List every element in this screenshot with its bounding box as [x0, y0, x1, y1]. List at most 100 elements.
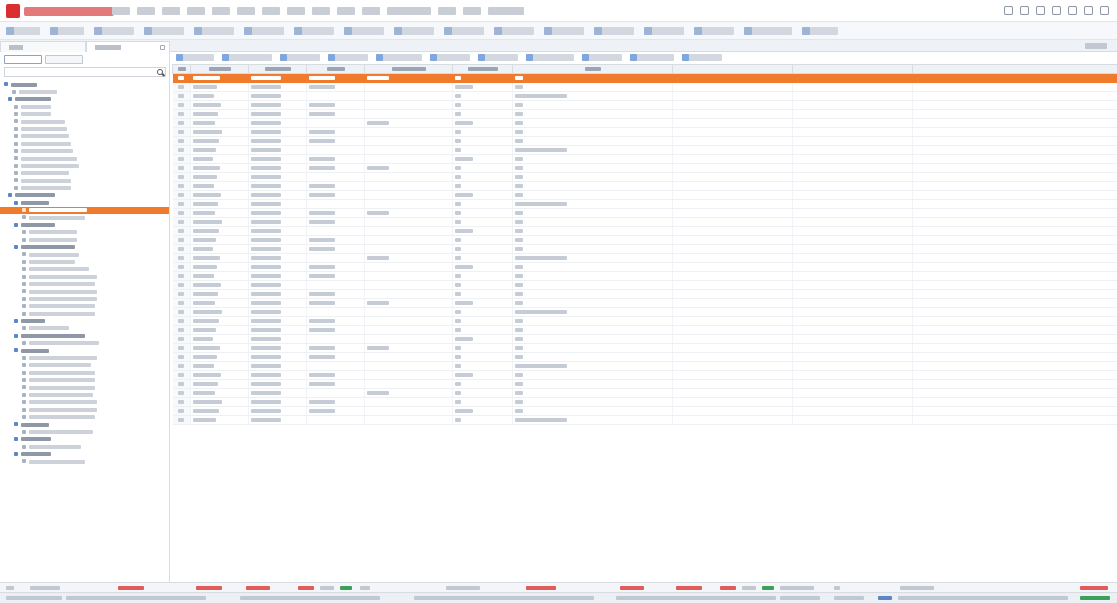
tree-item[interactable] — [0, 170, 169, 177]
market-index-item[interactable] — [196, 586, 222, 590]
toolbar-tool-icon[interactable] — [430, 54, 470, 61]
menu-item[interactable] — [112, 7, 130, 15]
column-header[interactable] — [364, 64, 453, 74]
table-row[interactable] — [172, 82, 1117, 92]
tab-active[interactable] — [86, 41, 170, 52]
table-row[interactable] — [172, 163, 1117, 173]
tree-item[interactable] — [0, 443, 169, 450]
table-row[interactable] — [172, 262, 1117, 272]
news-ticker-item[interactable] — [834, 596, 864, 600]
table-row[interactable] — [172, 154, 1117, 164]
news-ticker-item[interactable] — [240, 596, 380, 600]
menu-item[interactable] — [337, 7, 355, 15]
tree-item[interactable] — [0, 281, 169, 288]
tree-item[interactable] — [0, 451, 169, 458]
menu-icon[interactable] — [1052, 6, 1061, 15]
table-row[interactable] — [172, 118, 1117, 128]
tree-item[interactable] — [0, 325, 169, 332]
toolbar-tool-icon[interactable] — [244, 27, 284, 35]
tree-item[interactable] — [0, 155, 169, 162]
menu-item[interactable] — [488, 7, 524, 15]
toolbar-tool-icon[interactable] — [50, 27, 84, 35]
sidebar-tab[interactable] — [4, 55, 42, 64]
table-row[interactable] — [172, 406, 1117, 416]
table-row[interactable] — [172, 316, 1117, 326]
toolbar-tool-icon[interactable] — [802, 27, 838, 35]
column-header[interactable] — [912, 64, 1117, 74]
news-ticker-item[interactable] — [414, 596, 594, 600]
table-row[interactable] — [172, 181, 1117, 191]
column-header[interactable] — [172, 64, 191, 74]
news-ticker-item[interactable] — [6, 596, 62, 600]
message-icon[interactable] — [1036, 6, 1045, 15]
table-row[interactable] — [172, 343, 1117, 353]
tree-item[interactable] — [0, 288, 169, 295]
news-ticker-item[interactable] — [898, 596, 1068, 600]
tree-item[interactable] — [0, 273, 169, 280]
toolbar-tool-icon[interactable] — [294, 27, 334, 35]
market-index-item[interactable] — [446, 586, 480, 590]
minimize-icon[interactable] — [1068, 6, 1077, 15]
news-ticker-item[interactable] — [1080, 596, 1110, 600]
toolbar-tool-icon[interactable] — [526, 54, 574, 61]
table-row[interactable] — [172, 307, 1117, 317]
tree-item[interactable] — [0, 399, 169, 406]
tree-item[interactable] — [0, 347, 169, 354]
market-index-item[interactable] — [834, 586, 840, 590]
table-row[interactable] — [172, 100, 1117, 110]
toolbar-tool-icon[interactable] — [682, 54, 722, 61]
tree-item[interactable] — [0, 295, 169, 302]
tree-item[interactable] — [0, 414, 169, 421]
toolbar-tool-icon[interactable] — [328, 54, 368, 61]
market-index-item[interactable] — [762, 586, 774, 590]
tree-item[interactable] — [0, 103, 169, 110]
toolbar-tool-icon[interactable] — [194, 27, 234, 35]
market-index-item[interactable] — [900, 586, 934, 590]
tree-item[interactable] — [0, 251, 169, 258]
menu-item[interactable] — [312, 7, 330, 15]
tree-item[interactable] — [0, 88, 169, 95]
table-row[interactable] — [172, 397, 1117, 407]
toolbar-tool-icon[interactable] — [394, 27, 434, 35]
tree-item[interactable] — [0, 258, 169, 265]
table-row[interactable] — [172, 415, 1117, 425]
news-ticker-item[interactable] — [616, 596, 776, 600]
market-index-item[interactable] — [676, 586, 702, 590]
tree-item[interactable] — [0, 148, 169, 155]
maximize-icon[interactable] — [1084, 6, 1093, 15]
tree-item[interactable] — [0, 421, 169, 428]
tree-item[interactable] — [0, 162, 169, 169]
table-row[interactable] — [172, 325, 1117, 335]
tree-item[interactable] — [0, 377, 169, 384]
toolbar-tool-icon[interactable] — [544, 27, 584, 35]
menu-item[interactable] — [187, 7, 205, 15]
table-row-selected[interactable] — [172, 73, 1117, 83]
table-row[interactable] — [172, 388, 1117, 398]
market-index-item[interactable] — [298, 586, 314, 590]
toolbar-tool-icon[interactable] — [344, 27, 384, 35]
market-index-item[interactable] — [340, 586, 352, 590]
table-row[interactable] — [172, 280, 1117, 290]
column-header[interactable] — [792, 64, 913, 74]
toolbar-tool-icon[interactable] — [582, 54, 622, 61]
table-row[interactable] — [172, 226, 1117, 236]
table-row[interactable] — [172, 361, 1117, 371]
tree-item[interactable] — [0, 111, 169, 118]
toolbar-tool-icon[interactable] — [444, 27, 484, 35]
tree-item[interactable] — [0, 406, 169, 413]
table-row[interactable] — [172, 271, 1117, 281]
tree-item[interactable] — [0, 140, 169, 147]
column-header[interactable] — [452, 64, 513, 74]
menu-item[interactable] — [162, 7, 180, 15]
tree-item[interactable] — [0, 391, 169, 398]
toolbar-tool-icon[interactable] — [376, 54, 422, 61]
sidebar-search-input[interactable] — [4, 67, 166, 77]
table-row[interactable] — [172, 253, 1117, 263]
table-row[interactable] — [172, 109, 1117, 119]
toolbar-tool-icon[interactable] — [144, 27, 184, 35]
tree-item[interactable] — [0, 236, 169, 243]
tree-item[interactable] — [0, 118, 169, 125]
toolbar-tool-icon[interactable] — [594, 27, 634, 35]
table-row[interactable] — [172, 244, 1117, 254]
market-index-item[interactable] — [526, 586, 556, 590]
